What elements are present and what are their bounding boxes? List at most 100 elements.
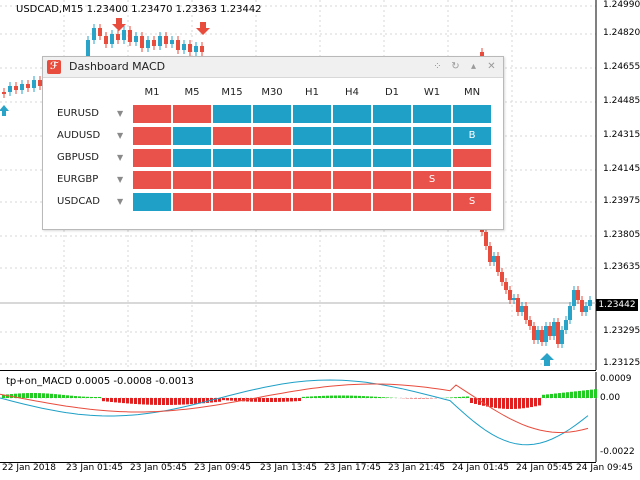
signal-cell[interactable] — [213, 149, 251, 167]
signal-cell[interactable] — [253, 127, 291, 145]
signal-cell[interactable] — [333, 193, 371, 211]
chart-symbol-title: USDCAD,M15 1.23400 1.23470 1.23363 1.234… — [16, 4, 262, 15]
signal-cell[interactable] — [293, 127, 331, 145]
candle-body — [588, 300, 592, 306]
signal-cell[interactable] — [173, 127, 211, 145]
signal-cell[interactable]: S — [453, 193, 491, 211]
signal-cell[interactable] — [373, 127, 411, 145]
histogram-bar — [514, 398, 517, 409]
price-scale-label: 1.24315 — [603, 130, 640, 140]
price-scale-label: 1.23125 — [603, 358, 640, 368]
candle-body — [516, 298, 520, 312]
signal-cell[interactable] — [333, 171, 371, 189]
histogram-bar — [42, 393, 45, 398]
histogram-bar — [34, 393, 37, 398]
signal-cell[interactable] — [373, 193, 411, 211]
signal-cell[interactable] — [293, 105, 331, 123]
signal-cell[interactable] — [133, 171, 171, 189]
signal-cell[interactable] — [373, 105, 411, 123]
histogram-bar — [490, 398, 493, 408]
histogram-bar — [138, 398, 141, 405]
histogram-bar — [470, 398, 473, 403]
price-scale-label: 1.23805 — [603, 230, 640, 240]
signal-cell[interactable] — [173, 105, 211, 123]
signal-cell[interactable] — [173, 193, 211, 211]
histogram-bar — [538, 398, 541, 406]
signal-cell[interactable] — [213, 193, 251, 211]
symbol-dropdown-icon[interactable]: ▼ — [117, 131, 123, 140]
histogram-bar — [158, 398, 161, 405]
timeframe-header: M1 — [144, 87, 160, 98]
signal-cell[interactable] — [133, 127, 171, 145]
histogram-bar — [458, 396, 461, 398]
time-axis-label: 23 Jan 05:45 — [130, 463, 187, 473]
signal-cell[interactable] — [133, 193, 171, 211]
signal-cell[interactable] — [453, 171, 491, 189]
time-axis-label: 23 Jan 17:45 — [324, 463, 381, 473]
dashboard-header[interactable]: ℱ Dashboard MACD ⁘ ↻ ▴ ✕ — [43, 57, 503, 78]
signal-cell[interactable] — [253, 149, 291, 167]
histogram-bar — [306, 396, 309, 398]
close-icon[interactable]: ✕ — [485, 60, 498, 73]
signal-cell[interactable] — [253, 171, 291, 189]
candle-body — [492, 256, 496, 262]
histogram-bar — [222, 398, 225, 401]
candle-body — [164, 36, 168, 44]
signal-cell[interactable] — [253, 105, 291, 123]
dashboard-panel[interactable]: ℱ Dashboard MACD ⁘ ↻ ▴ ✕ M1 M5 M15 M30 H1 H4 D… — [42, 56, 504, 230]
signal-cell[interactable] — [213, 105, 251, 123]
histogram-bar — [290, 398, 293, 402]
refresh-icon[interactable]: ↻ — [449, 60, 462, 73]
timeframe-header: M30 — [261, 87, 283, 98]
histogram-bar — [542, 394, 545, 398]
signal-cell[interactable] — [333, 127, 371, 145]
signal-cell[interactable] — [413, 149, 451, 167]
signal-cell[interactable] — [413, 105, 451, 123]
candle-body — [2, 92, 6, 94]
collapse-icon[interactable]: ▴ — [467, 60, 480, 73]
histogram-bar — [378, 396, 381, 398]
signal-cell[interactable]: S — [413, 171, 451, 189]
signal-cell[interactable] — [213, 127, 251, 145]
symbol-dropdown-icon[interactable]: ▼ — [117, 197, 123, 206]
signal-cell[interactable] — [293, 193, 331, 211]
price-scale-label: 1.24990 — [603, 0, 640, 10]
signal-cell[interactable] — [373, 149, 411, 167]
signal-cell[interactable] — [173, 171, 211, 189]
histogram-bar — [326, 395, 329, 398]
signal-cell[interactable] — [373, 171, 411, 189]
candle-body — [540, 330, 544, 342]
pane-separator[interactable] — [0, 370, 596, 371]
signal-cell[interactable] — [133, 149, 171, 167]
histogram-bar — [546, 394, 549, 398]
signal-cell[interactable]: B — [453, 127, 491, 145]
symbol-dropdown-icon[interactable]: ▼ — [117, 109, 123, 118]
signal-cell[interactable] — [453, 149, 491, 167]
price-scale-label: 1.23975 — [603, 196, 640, 206]
signal-cell[interactable] — [413, 127, 451, 145]
signal-cell[interactable] — [133, 105, 171, 123]
signal-cell[interactable] — [333, 105, 371, 123]
symbol-dropdown-icon[interactable]: ▼ — [117, 175, 123, 184]
signal-cell[interactable] — [213, 171, 251, 189]
signal-cell[interactable] — [453, 105, 491, 123]
signal-cell[interactable] — [293, 171, 331, 189]
timeframe-header: D1 — [384, 87, 400, 98]
histogram-bar — [358, 395, 361, 398]
candle-body — [568, 306, 572, 320]
price-scale-label: 1.24485 — [603, 96, 640, 106]
time-axis-label: 23 Jan 13:45 — [260, 463, 317, 473]
symbol-dropdown-icon[interactable]: ▼ — [117, 153, 123, 162]
symbol-label: EURUSD — [57, 108, 99, 119]
signal-cell[interactable] — [413, 193, 451, 211]
histogram-bar — [566, 392, 569, 398]
grid-icon[interactable]: ⁘ — [431, 60, 444, 73]
candle-body — [584, 306, 588, 312]
candle-body — [182, 44, 186, 50]
signal-cell[interactable] — [253, 193, 291, 211]
histogram-bar — [462, 396, 465, 398]
signal-cell[interactable] — [333, 149, 371, 167]
signal-cell[interactable] — [293, 149, 331, 167]
signal-cell[interactable] — [173, 149, 211, 167]
candle-body — [548, 326, 552, 336]
